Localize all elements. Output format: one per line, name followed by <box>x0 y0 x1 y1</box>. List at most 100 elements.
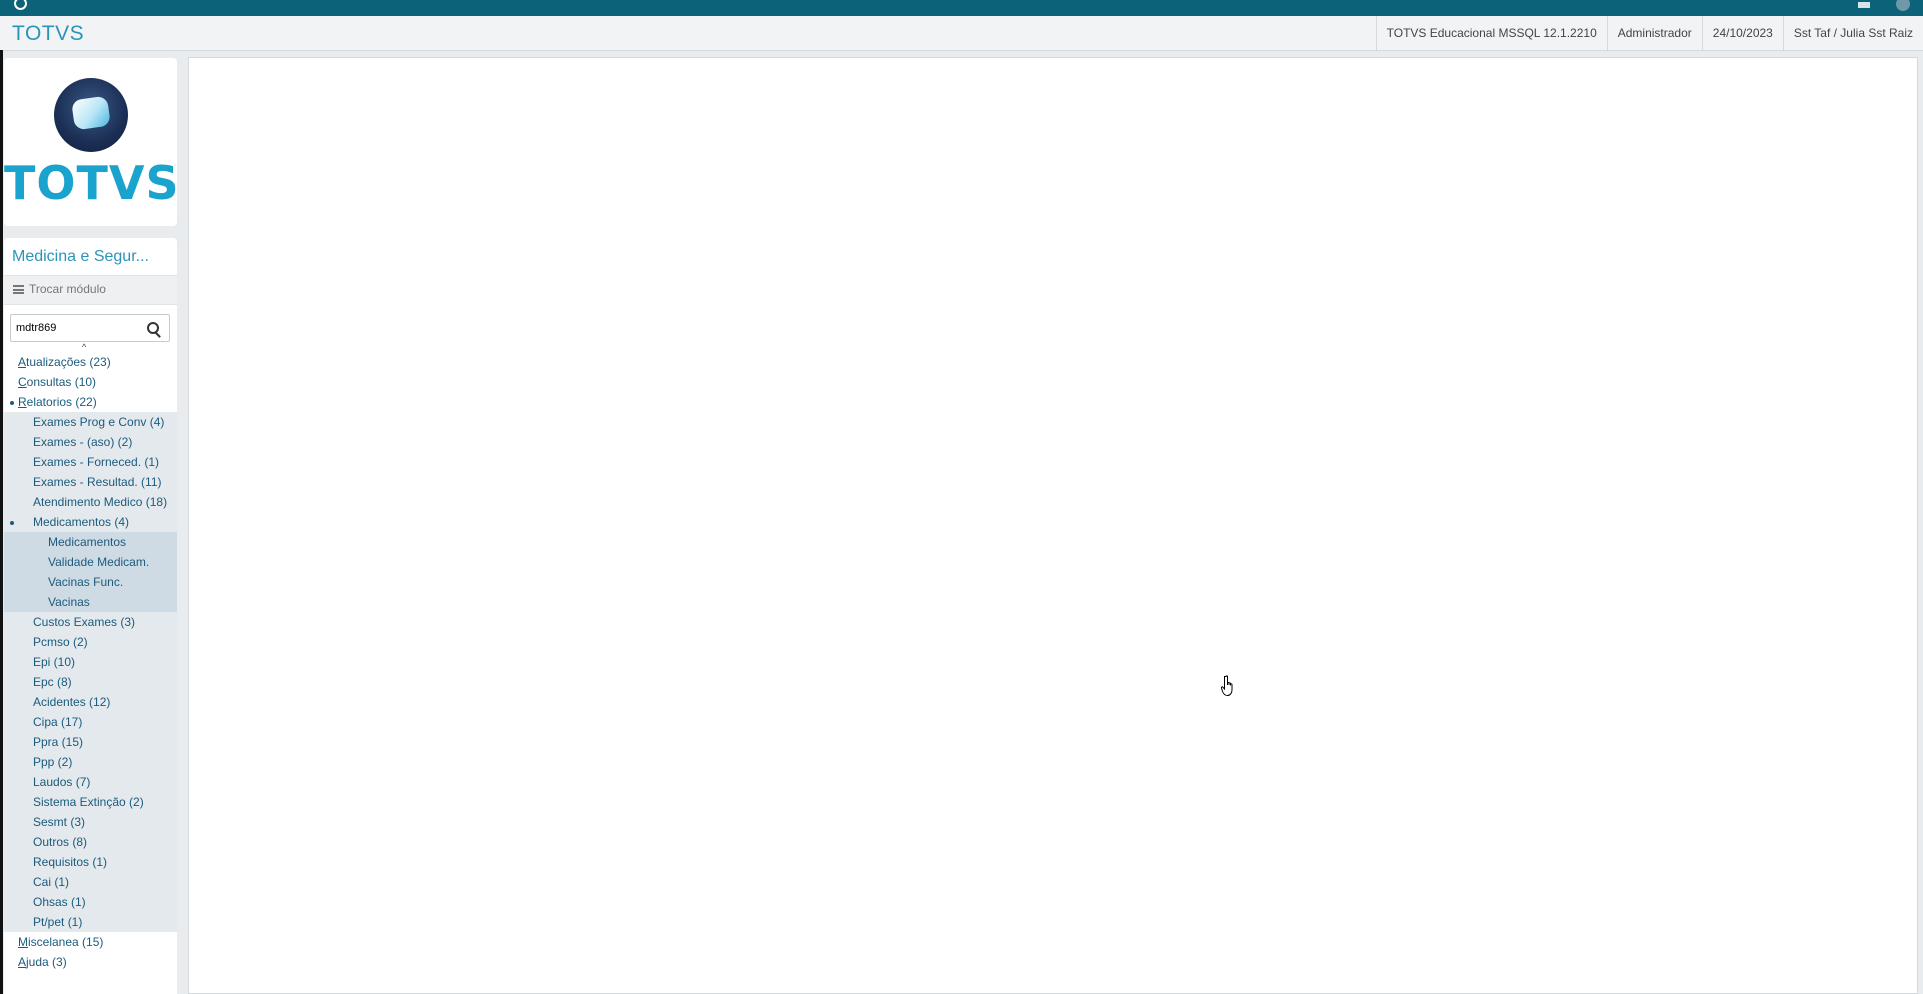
tree-item[interactable]: Pcmso (2) <box>4 632 177 652</box>
tree-item[interactable]: Epc (8) <box>4 672 177 692</box>
tree-item[interactable]: Atendimento Medico (18) <box>4 492 177 512</box>
info-icon[interactable] <box>1896 0 1910 11</box>
top-bar <box>0 0 1923 16</box>
tree-item[interactable]: Outros (8) <box>4 832 177 852</box>
tree-item-text: Exames - Resultad. (11) <box>33 475 162 489</box>
tree-item-label: Medicamentos (4) <box>33 512 129 532</box>
tree-item[interactable]: Custos Exames (3) <box>4 612 177 632</box>
tree-item-text: Validade Medicam. <box>48 555 150 569</box>
tree-item[interactable]: Exames Prog e Conv (4) <box>4 412 177 432</box>
tree-item[interactable]: Exames - Forneced. (1) <box>4 452 177 472</box>
tree-item-text: Exames Prog e Conv (4) <box>33 415 165 429</box>
totvs-logo-icon <box>54 78 128 152</box>
tree-item-label: Outros (8) <box>33 832 87 852</box>
tree-item-label: Atualizações (23) <box>18 352 111 372</box>
logo-panel: TOTVS <box>4 58 179 226</box>
hamburger-icon <box>13 285 24 294</box>
tree-item[interactable]: Ohsas (1) <box>4 892 177 912</box>
tree-item-label: Exames - Forneced. (1) <box>33 452 159 472</box>
tree-item-label: Exames - (aso) (2) <box>33 432 132 452</box>
tree-item[interactable]: Atualizações (23) <box>4 352 177 372</box>
collapse-caret-icon[interactable]: ^ <box>82 342 86 352</box>
tree-item-label: Epc (8) <box>33 672 72 692</box>
tree-item-text: Exames - Forneced. (1) <box>33 455 160 469</box>
tree-item-label: Consultas (10) <box>18 372 96 392</box>
window-edge <box>0 50 3 994</box>
tree-item-text: Vacinas <box>48 595 90 609</box>
tree-item-text: Requisitos (1) <box>33 855 108 869</box>
tree-item-label: Ppra (15) <box>33 732 83 752</box>
tree-item-label: Miscelanea (15) <box>18 932 103 952</box>
tree-item-text: onsultas (10) <box>26 375 97 389</box>
tree-item[interactable]: Epi (10) <box>4 652 177 672</box>
header-info: TOTVS Educacional MSSQL 12.1.2210 Admini… <box>1375 16 1923 50</box>
menu-panel: Medicina e Segur... Trocar módulo ^ Atua… <box>4 238 177 994</box>
app-icon[interactable] <box>14 0 27 10</box>
tree-item[interactable]: Medicamentos (4) <box>4 512 177 532</box>
tree-item-text: Custos Exames (3) <box>33 615 136 629</box>
tree-item-text: Atendimento Medico (18) <box>33 495 168 509</box>
tree-item-accelerator: A <box>18 355 27 369</box>
tree-item-label: Custos Exames (3) <box>33 612 135 632</box>
search-input[interactable] <box>16 320 136 336</box>
tree-item[interactable]: Requisitos (1) <box>4 852 177 872</box>
tree-item-label: Requisitos (1) <box>33 852 107 872</box>
tree-item[interactable]: Validade Medicam. <box>4 552 177 572</box>
tree-item[interactable]: Miscelanea (15) <box>4 932 177 952</box>
tree-item[interactable]: Sistema Extinção (2) <box>4 792 177 812</box>
tree-item-text: Epc (8) <box>33 675 72 689</box>
tree-item[interactable]: Cipa (17) <box>4 712 177 732</box>
tree-item-label: Laudos (7) <box>33 772 90 792</box>
tree-item[interactable]: Ppra (15) <box>4 732 177 752</box>
tree-item-text: Cipa (17) <box>33 715 83 729</box>
main-content-area <box>188 57 1918 994</box>
tree-item-text: Medicamentos <box>48 535 127 549</box>
brand-title: TOTVS <box>12 22 85 45</box>
tree-item[interactable]: Ppp (2) <box>4 752 177 772</box>
tree-item[interactable]: Laudos (7) <box>4 772 177 792</box>
tree-item-label: Cipa (17) <box>33 712 82 732</box>
tree-item-text: tualizações (23) <box>26 355 111 369</box>
tree-item[interactable]: Pt/pet (1) <box>4 912 177 932</box>
tree-item[interactable]: Exames - Resultad. (11) <box>4 472 177 492</box>
tree-item[interactable]: Sesmt (3) <box>4 812 177 832</box>
environment-label: TOTVS Educacional MSSQL 12.1.2210 <box>1375 16 1607 50</box>
tree-item[interactable]: Exames - (aso) (2) <box>4 432 177 452</box>
tree-item-label: Sistema Extinção (2) <box>33 792 144 812</box>
tree-item-text: Sistema Extinção (2) <box>33 795 144 809</box>
tree-item[interactable]: Cai (1) <box>4 872 177 892</box>
tree-item[interactable]: Acidentes (12) <box>4 692 177 712</box>
tree-item-label: Epi (10) <box>33 652 75 672</box>
switch-module-label: Trocar módulo <box>29 282 106 296</box>
tree-item-text: Sesmt (3) <box>33 815 86 829</box>
tree-item-text: Ppra (15) <box>33 735 84 749</box>
tree-item-accelerator: A <box>18 955 27 969</box>
bullet-icon <box>10 401 14 405</box>
tree-item[interactable]: Relatorios (22) <box>4 392 177 412</box>
user-label: Administrador <box>1606 16 1702 50</box>
tree-item-text: Epi (10) <box>33 655 76 669</box>
tree-item-text: Acidentes (12) <box>33 695 111 709</box>
search-icon[interactable] <box>147 322 159 334</box>
switch-module-button[interactable]: Trocar módulo <box>4 275 177 305</box>
tree-item-text: Cai (1) <box>33 875 70 889</box>
tree-item-label: Sesmt (3) <box>33 812 85 832</box>
tree-item-text: Medicamentos (4) <box>33 515 130 529</box>
menu-tree: Atualizações (23) Consultas (10) Relatorio… <box>4 352 177 972</box>
tree-item-label: Exames - Resultad. (11) <box>33 472 162 492</box>
tree-item[interactable]: Ajuda (3) <box>4 952 177 972</box>
tree-item-label: Ajuda (3) <box>18 952 67 972</box>
company-label: Sst Taf / Julia Sst Raiz <box>1782 16 1923 50</box>
tree-item[interactable]: Consultas (10) <box>4 372 177 392</box>
tree-item-label: Pcmso (2) <box>33 632 88 652</box>
tree-item[interactable]: Medicamentos <box>4 532 177 552</box>
tree-item[interactable]: Vacinas Func. <box>4 572 177 592</box>
bullet-icon <box>10 521 14 525</box>
tree-item-accelerator: R <box>18 395 27 409</box>
window-icon[interactable] <box>1858 2 1870 8</box>
hand-cursor-icon <box>1221 675 1233 697</box>
date-label: 24/10/2023 <box>1701 16 1783 50</box>
tree-item-label: Ppp (2) <box>33 752 72 772</box>
tree-item-text: Pt/pet (1) <box>33 915 83 929</box>
tree-item[interactable]: Vacinas <box>4 592 177 612</box>
